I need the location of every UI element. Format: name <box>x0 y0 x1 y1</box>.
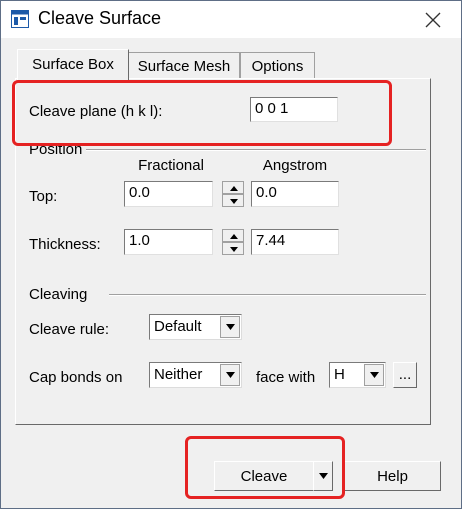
close-icon <box>425 12 441 28</box>
thickness-spinner[interactable] <box>222 229 244 255</box>
tab-surface-box[interactable]: Surface Box <box>17 49 129 80</box>
cap-bonds-select[interactable]: Neither <box>149 362 242 388</box>
arrow-down-icon <box>230 199 238 204</box>
cleaving-group-line <box>109 294 426 296</box>
thickness-fractional-input[interactable]: 1.0 <box>124 229 213 255</box>
cleave-rule-label: Cleave rule: <box>29 321 110 338</box>
top-spin-down-button[interactable] <box>222 194 244 207</box>
browse-button-label: ... <box>398 366 412 383</box>
face-with-label: face with <box>256 369 316 386</box>
cleaving-group-label: Cleaving <box>29 286 88 303</box>
position-group-label: Position <box>29 141 83 158</box>
cleave-plane-label: Cleave plane (h k l): <box>29 103 163 120</box>
cleave-rule-dropdown-button[interactable] <box>220 316 240 338</box>
cleave-button-label: Cleave <box>240 468 288 485</box>
window-title: Cleave Surface <box>38 8 162 28</box>
chevron-down-icon <box>319 473 328 479</box>
top-fractional-input[interactable]: 0.0 <box>124 181 213 207</box>
chevron-down-icon <box>226 324 235 330</box>
tab-surface-mesh-label: Surface Mesh <box>137 58 231 75</box>
chevron-down-icon <box>370 372 379 378</box>
cleave-rule-select[interactable]: Default <box>149 314 242 340</box>
chevron-down-icon <box>226 372 235 378</box>
cleave-rule-value: Default <box>154 318 202 335</box>
arrow-up-icon <box>230 186 238 191</box>
face-with-dropdown-button[interactable] <box>364 364 384 386</box>
title-bar: Cleave Surface <box>1 1 461 38</box>
top-spinner[interactable] <box>222 181 244 207</box>
position-group-line <box>86 149 426 151</box>
cleave-dropdown-button[interactable] <box>313 461 333 491</box>
cleave-surface-dialog: Cleave Surface Surface Box Surface Mesh … <box>0 0 462 509</box>
thickness-angstrom-input[interactable]: 7.44 <box>251 229 339 255</box>
fractional-column-header: Fractional <box>138 157 204 174</box>
face-with-value: H <box>334 366 345 383</box>
tab-options[interactable]: Options <box>240 52 315 79</box>
top-spin-up-button[interactable] <box>222 181 244 194</box>
arrow-down-icon <box>230 247 238 252</box>
thickness-label: Thickness: <box>29 236 101 253</box>
thickness-spin-up-button[interactable] <box>222 229 244 242</box>
cap-bonds-value: Neither <box>154 366 203 383</box>
cap-bonds-dropdown-button[interactable] <box>220 364 240 386</box>
top-label: Top: <box>29 188 58 205</box>
tab-surface-box-label: Surface Box <box>32 56 114 73</box>
tab-options-label: Options <box>251 58 304 75</box>
cap-bonds-label: Cap bonds on <box>29 369 123 386</box>
face-with-select[interactable]: H <box>329 362 386 388</box>
top-angstrom-input[interactable]: 0.0 <box>251 181 339 207</box>
help-button[interactable]: Help <box>344 461 441 491</box>
window-icon <box>11 10 29 28</box>
browse-button[interactable]: ... <box>393 362 417 388</box>
close-button[interactable] <box>405 1 461 38</box>
angstrom-column-header: Angstrom <box>262 157 328 174</box>
tab-surface-mesh[interactable]: Surface Mesh <box>128 52 240 79</box>
thickness-spin-down-button[interactable] <box>222 242 244 255</box>
cleave-button[interactable]: Cleave <box>214 461 314 491</box>
cleave-plane-input[interactable]: 0 0 1 <box>250 97 338 122</box>
arrow-up-icon <box>230 234 238 239</box>
help-button-label: Help <box>377 468 408 485</box>
